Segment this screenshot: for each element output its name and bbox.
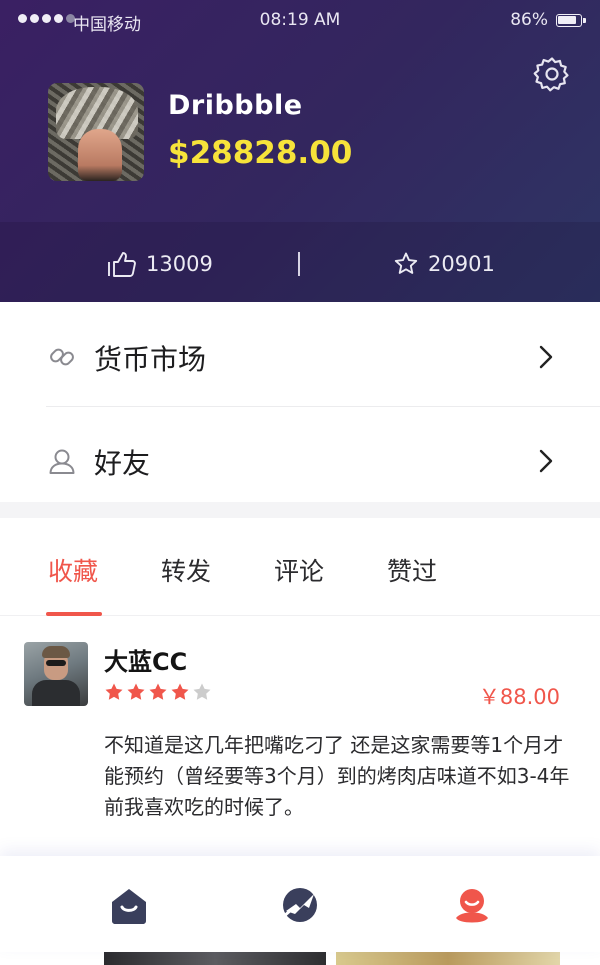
avatar[interactable] [24,642,88,706]
menu-item-currency-market[interactable]: 货币市场 [0,302,600,402]
settings-button[interactable] [532,54,572,94]
tab-bar-top: 收藏 转发 评论 赞过 [0,518,600,616]
battery-percent: 86% [510,10,548,30]
rating-stars [104,682,212,702]
status-bar: 中国移动 08:19 AM 86% [0,0,600,42]
menu-item-label: 好友 [94,447,151,480]
likes-count: 13009 [146,252,213,276]
list-item[interactable]: 大蓝CC ￥88.00 不知道是这几年把嘴吃刁了 还是这家需要等1个月才能预约（… [0,638,600,858]
gear-icon [533,57,569,92]
tab-comments[interactable]: 评论 [274,552,324,588]
tab-home[interactable] [109,885,149,925]
profile-header: 中国移动 08:19 AM 86% Dribbble $28828.00 130… [0,0,600,302]
explore-icon [281,888,317,922]
home-icon [112,889,146,924]
friend-icon [49,449,75,474]
favorites-stat[interactable]: 20901 [392,246,495,282]
chevron-right-icon [539,449,553,473]
star-filled-icon [171,683,189,700]
menu-item-friends[interactable]: 好友 [0,406,600,506]
stats-divider [298,252,300,276]
post-price: ￥88.00 [478,685,560,709]
tab-liked[interactable]: 赞过 [387,552,437,588]
favorites-count: 20901 [428,252,495,276]
tab-reposts[interactable]: 转发 [161,552,211,588]
star-filled-icon [105,683,123,700]
star-empty-icon [193,683,211,700]
bottom-tab-bar [0,856,600,952]
star-filled-icon [127,683,145,700]
tab-favorites[interactable]: 收藏 [48,552,98,588]
stats-bar [0,222,600,302]
thumbs-up-icon [108,252,136,277]
tab-explore[interactable] [279,885,319,925]
star-icon [394,252,418,274]
currency-market-icon [50,348,74,366]
chevron-right-icon [539,345,553,369]
post-text: 不知道是这几年把嘴吃刁了 还是这家需要等1个月才能预约（曾经要等3个月）到的烤肉… [104,733,570,819]
menu-list: 货币市场 好友 [0,302,600,502]
likes-stat[interactable]: 13009 [106,246,213,282]
profile-name: Dribbble [168,90,303,121]
post-username[interactable]: 大蓝CC [104,642,187,677]
active-tab-indicator [46,612,102,616]
avatar[interactable] [48,83,144,181]
profile-balance: $28828.00 [168,135,353,171]
profile-icon [456,889,488,923]
star-filled-icon [149,683,167,700]
menu-item-label: 货币市场 [94,343,207,376]
battery-icon [556,14,586,27]
tab-profile[interactable] [451,885,491,925]
